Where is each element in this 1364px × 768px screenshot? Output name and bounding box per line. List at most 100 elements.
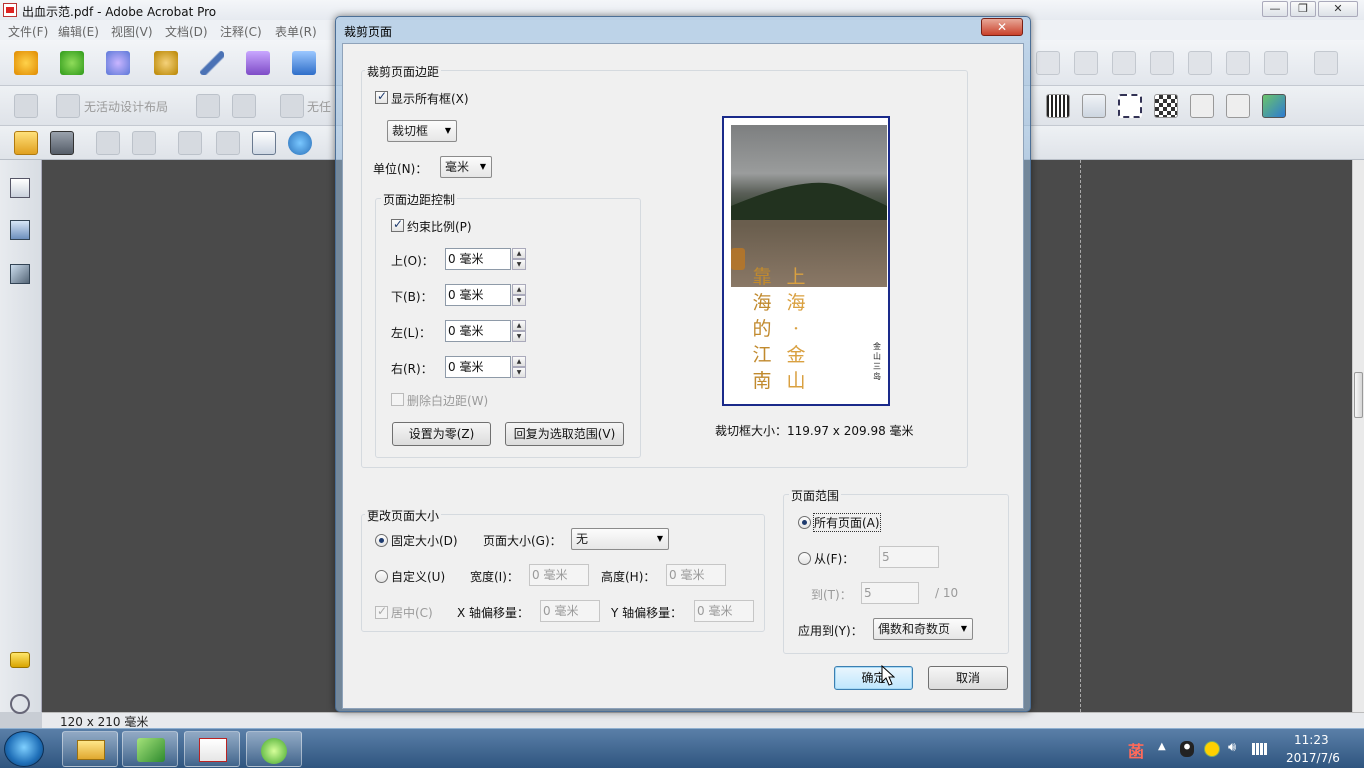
network-signal-icon[interactable]	[1252, 743, 1268, 755]
ok-button[interactable]: 确定	[834, 666, 913, 690]
stepper-down-icon[interactable]: ▼	[512, 295, 526, 306]
image-convert-icon[interactable]	[1262, 94, 1286, 118]
menu-edit[interactable]: 编辑(E)	[58, 23, 99, 40]
right-margin-stepper[interactable]: ▲ ▼	[512, 356, 526, 378]
forms-icon[interactable]	[246, 51, 270, 75]
box-type-select[interactable]: 裁切框 ▼	[387, 120, 457, 142]
center-checkbox[interactable]	[375, 604, 388, 619]
tray-expand-icon[interactable]: ▲	[1158, 741, 1166, 752]
filter-icon[interactable]	[1074, 51, 1098, 75]
comments-icon[interactable]	[10, 652, 30, 668]
task-icon[interactable]	[280, 94, 304, 118]
image-field-icon[interactable]	[1082, 94, 1106, 118]
layout-icon[interactable]	[1112, 51, 1136, 75]
custom-size-radio[interactable]	[375, 570, 388, 583]
dialog-close-button[interactable]: ✕	[981, 18, 1023, 36]
clock-date[interactable]: 2017/7/6	[1286, 751, 1340, 765]
width-input[interactable]: 0 毫米	[529, 564, 589, 586]
height-input[interactable]: 0 毫米	[666, 564, 726, 586]
constrain-proportions-checkbox[interactable]	[391, 217, 404, 232]
show-all-boxes-label[interactable]: 显示所有框(X)	[391, 90, 469, 107]
attach-disabled-icon[interactable]	[132, 131, 156, 155]
qq-icon[interactable]	[1180, 741, 1194, 757]
set-to-zero-button[interactable]: 设置为零(Z)	[392, 422, 491, 446]
create-pdf-icon[interactable]	[14, 51, 38, 75]
menu-view[interactable]: 视图(V)	[111, 23, 153, 40]
taskbar-acrobat[interactable]	[184, 731, 240, 767]
show-all-boxes-checkbox[interactable]	[375, 89, 388, 104]
fixed-size-label[interactable]: 固定大小(D)	[391, 532, 458, 549]
right-margin-input[interactable]: 0 毫米	[445, 356, 511, 378]
stepper-down-icon[interactable]: ▼	[512, 259, 526, 270]
layout-dropdown-label[interactable]: 无活动设计布局	[84, 98, 168, 115]
remove-white-margins-label[interactable]: 删除白边距(W)	[407, 392, 488, 409]
attachments-paperclip-icon[interactable]	[10, 694, 30, 714]
menu-document[interactable]: 文档(D)	[165, 23, 208, 40]
all-pages-radio[interactable]	[798, 516, 811, 529]
bottom-margin-stepper[interactable]: ▲ ▼	[512, 284, 526, 306]
from-label[interactable]: 从(F)：	[814, 550, 854, 567]
scan-icon[interactable]	[96, 131, 120, 155]
upload-globe-icon[interactable]	[288, 131, 312, 155]
taskbar-explorer[interactable]	[62, 731, 118, 767]
cancel-button[interactable]: 取消	[928, 666, 1008, 690]
volume-icon[interactable]: 🔊︎	[1228, 740, 1236, 755]
combine-files-icon[interactable]	[60, 51, 84, 75]
x-offset-input[interactable]: 0 毫米	[540, 600, 600, 622]
minimize-button[interactable]: —	[1262, 1, 1288, 17]
sign-pen-icon[interactable]	[200, 51, 224, 75]
collaborate-icon[interactable]	[106, 51, 130, 75]
text-field-icon[interactable]	[1118, 94, 1142, 118]
stepper-up-icon[interactable]: ▲	[512, 320, 526, 331]
fixed-size-radio[interactable]	[375, 534, 388, 547]
revert-to-selection-button[interactable]: 回复为选取范围(V)	[505, 422, 624, 446]
stepper-down-icon[interactable]: ▼	[512, 331, 526, 342]
scrollbar-thumb[interactable]	[1354, 372, 1363, 418]
align-icon[interactable]	[196, 94, 220, 118]
signatures-icon[interactable]	[10, 264, 30, 284]
distribute-icon[interactable]	[232, 94, 256, 118]
taskbar-app-green[interactable]	[122, 731, 178, 767]
barcode-icon[interactable]	[1046, 94, 1070, 118]
left-margin-stepper[interactable]: ▲ ▼	[512, 320, 526, 342]
open-folder-icon[interactable]	[14, 131, 38, 155]
print-disabled-icon[interactable]	[1150, 51, 1174, 75]
from-page-input[interactable]: 5	[879, 546, 939, 568]
stepper-up-icon[interactable]: ▲	[512, 248, 526, 259]
bottom-margin-input[interactable]: 0 毫米	[445, 284, 511, 306]
stepper-down-icon[interactable]: ▼	[512, 367, 526, 378]
apply-to-select[interactable]: 偶数和奇数页 ▼	[873, 618, 973, 640]
bookmarks-icon[interactable]	[10, 220, 30, 240]
to-page-input[interactable]: 5	[861, 582, 919, 604]
page-size-select[interactable]: 无 ▼	[571, 528, 669, 550]
remove-white-margins-checkbox[interactable]	[391, 393, 404, 406]
center-label[interactable]: 居中(C)	[391, 604, 433, 621]
stepper-up-icon[interactable]: ▲	[512, 356, 526, 367]
checkbox-field-icon[interactable]	[1154, 94, 1178, 118]
taskbar-sync[interactable]	[246, 731, 302, 767]
cross-field-icon[interactable]	[1190, 94, 1214, 118]
code-bracket-icon[interactable]	[1314, 51, 1338, 75]
clock-time[interactable]: 11:23	[1294, 733, 1329, 747]
top-margin-stepper[interactable]: ▲ ▼	[512, 248, 526, 270]
restore-button[interactable]: ❐	[1290, 1, 1316, 17]
app-close-button[interactable]: ✕	[1318, 1, 1358, 17]
start-orb-icon[interactable]	[4, 731, 44, 767]
settings-gear-icon[interactable]	[1036, 51, 1060, 75]
custom-size-label[interactable]: 自定义(U)	[391, 568, 445, 585]
all-pages-label[interactable]: 所有页面(A)	[813, 513, 881, 532]
y-offset-input[interactable]: 0 毫米	[694, 600, 754, 622]
menu-file[interactable]: 文件(F)	[8, 23, 48, 40]
top-margin-input[interactable]: 0 毫米	[445, 248, 511, 270]
menu-forms[interactable]: 表单(R)	[275, 23, 317, 40]
stepper-up-icon[interactable]: ▲	[512, 284, 526, 295]
warning-icon[interactable]	[1264, 51, 1288, 75]
save-as-disabled-icon[interactable]	[216, 131, 240, 155]
pages-panel-icon[interactable]	[10, 178, 30, 198]
multimedia-icon[interactable]	[292, 51, 316, 75]
print-icon[interactable]	[50, 131, 74, 155]
secure-lock-icon[interactable]	[154, 51, 178, 75]
ime-icon[interactable]: 菡	[1128, 738, 1144, 762]
convert-icon[interactable]	[1188, 51, 1212, 75]
tray-plus-icon[interactable]	[1204, 741, 1220, 757]
